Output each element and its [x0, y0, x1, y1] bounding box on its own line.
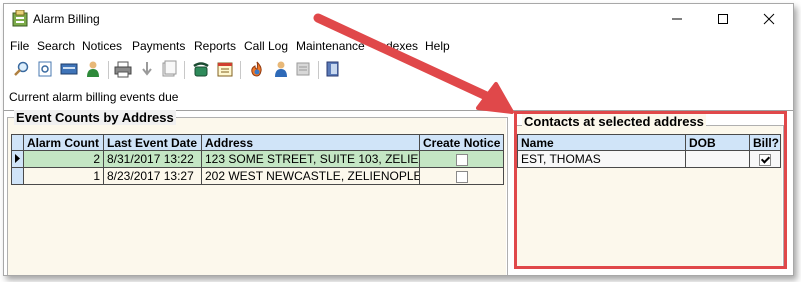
- annotation-arrow: [313, 13, 514, 114]
